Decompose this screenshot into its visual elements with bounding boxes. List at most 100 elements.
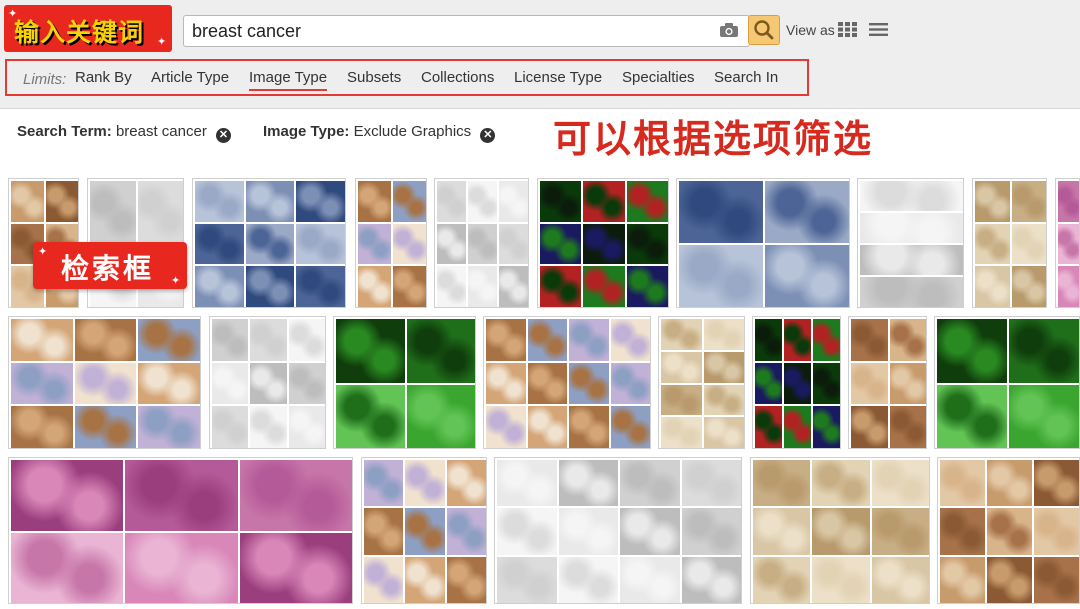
tab-specialties[interactable]: Specialties bbox=[622, 69, 695, 86]
thumbnail-panel bbox=[1011, 181, 1046, 222]
search-input-value[interactable]: breast cancer bbox=[192, 21, 301, 42]
thumbnail-panel bbox=[364, 556, 404, 603]
thumbnail-panel bbox=[245, 266, 295, 307]
thumbnail-panel bbox=[358, 266, 391, 307]
thumbnail-panel bbox=[1058, 181, 1079, 222]
thumbnail-panel bbox=[499, 223, 528, 265]
thumbnail-panel bbox=[812, 508, 870, 555]
thumbnail-panel bbox=[610, 406, 650, 448]
grid-view-icon[interactable] bbox=[838, 22, 857, 37]
result-thumbnail-ihc-barchart[interactable] bbox=[750, 457, 930, 604]
thumbnail-panel bbox=[851, 406, 888, 448]
thumbnail-panel bbox=[860, 181, 963, 211]
thumbnail-panel bbox=[703, 384, 744, 416]
thumbnail-panel bbox=[1058, 223, 1079, 265]
result-thumbnail-he-ihc-mix[interactable] bbox=[483, 316, 651, 449]
thumbnail-panel bbox=[610, 319, 650, 361]
thumbnail-panel bbox=[558, 460, 618, 507]
search-box-annotation-text: 检索框 bbox=[61, 252, 155, 285]
list-view-icon[interactable] bbox=[869, 22, 888, 37]
thumbnail-panel bbox=[558, 508, 618, 555]
thumbnail-panel bbox=[499, 181, 528, 222]
thumbnail-panel bbox=[765, 181, 849, 243]
thumbnail-panel bbox=[940, 460, 985, 507]
thumbnail-panel bbox=[679, 181, 763, 243]
thumbnail-panel bbox=[569, 319, 609, 361]
filter-chip-image-type: Image Type: Exclude Graphics ✕ bbox=[263, 123, 496, 143]
thumbnail-panel bbox=[138, 362, 200, 405]
thumbnail-panel bbox=[558, 556, 618, 603]
thumbnail-panel bbox=[1034, 508, 1079, 555]
thumbnail-panel bbox=[45, 181, 78, 222]
result-thumbnail-ihc-tan[interactable] bbox=[848, 316, 927, 449]
sparkle-icon: ✦ bbox=[8, 8, 18, 20]
result-thumbnail-gel-bands[interactable] bbox=[857, 178, 964, 308]
thumbnail-panel bbox=[497, 556, 557, 603]
result-thumbnail-ihc-tma[interactable] bbox=[972, 178, 1047, 308]
thumbnail-panel bbox=[336, 384, 405, 448]
thumbnail-panel bbox=[393, 266, 426, 307]
thumbnail-panel bbox=[569, 406, 609, 448]
thumbnail-panel bbox=[468, 266, 497, 307]
result-thumbnail-fluorescence-green[interactable] bbox=[537, 178, 669, 308]
result-thumbnail-fluorescence-large[interactable] bbox=[333, 316, 476, 449]
thumbnail-panel bbox=[405, 556, 445, 603]
thumbnail-panel bbox=[250, 362, 287, 405]
result-thumbnail-western-fluor[interactable] bbox=[752, 316, 841, 449]
result-thumbnail-ihc-bar-km[interactable] bbox=[8, 316, 201, 449]
result-thumbnail-ihc-blue-brown[interactable] bbox=[676, 178, 850, 308]
thumbnail-panel bbox=[937, 319, 1007, 383]
thumbnail-panel bbox=[937, 384, 1007, 448]
search-button[interactable] bbox=[748, 15, 780, 45]
thumbnail-panel bbox=[1058, 266, 1079, 307]
remove-filter-icon[interactable]: ✕ bbox=[216, 128, 231, 143]
thumbnail-panel bbox=[860, 277, 963, 307]
thumbnail-panel bbox=[212, 319, 249, 361]
thumbnail-panel bbox=[987, 460, 1032, 507]
thumbnail-panel bbox=[74, 319, 137, 361]
tab-license-type[interactable]: License Type bbox=[514, 69, 602, 86]
thumbnail-panel bbox=[626, 266, 668, 307]
thumbnail-panel bbox=[871, 556, 929, 603]
tab-collections[interactable]: Collections bbox=[421, 69, 494, 86]
thumbnail-panel bbox=[486, 319, 526, 361]
thumbnail-panel bbox=[681, 460, 741, 507]
thumbnail-panel bbox=[871, 460, 929, 507]
thumbnail-panel bbox=[358, 181, 391, 222]
thumbnail-panel bbox=[486, 362, 526, 405]
thumbnail-panel bbox=[11, 460, 124, 531]
tab-subsets[interactable]: Subsets bbox=[347, 69, 401, 86]
tab-article-type[interactable]: Article Type bbox=[151, 69, 229, 86]
result-thumbnail-diagram-grid[interactable] bbox=[434, 178, 529, 308]
result-thumbnail-he-pink-brown[interactable] bbox=[8, 457, 353, 604]
thumbnail-panel bbox=[497, 508, 557, 555]
result-thumbnail-ihc-mixed[interactable] bbox=[355, 178, 427, 308]
camera-icon[interactable] bbox=[719, 22, 739, 38]
search-box-annotation: 检索框 ✦ ✦ bbox=[33, 242, 187, 289]
thumbnail-panel bbox=[212, 406, 249, 448]
result-thumbnail-flow-western[interactable] bbox=[494, 457, 742, 604]
thumbnail-panel bbox=[583, 223, 625, 265]
thumbnail-panel bbox=[446, 508, 486, 555]
thumbnail-panel bbox=[527, 319, 567, 361]
tab-search-in[interactable]: Search In bbox=[714, 69, 778, 86]
thumbnail-panel bbox=[1009, 319, 1079, 383]
tab-image-type[interactable]: Image Type bbox=[249, 69, 328, 91]
thumbnail-panel bbox=[406, 319, 475, 383]
result-thumbnail-ihc-boxplot[interactable] bbox=[361, 457, 487, 604]
result-thumbnail-he-blue-grid[interactable] bbox=[192, 178, 346, 308]
search-input[interactable]: breast cancer bbox=[183, 15, 750, 47]
thumbnail-panel bbox=[755, 319, 782, 361]
result-thumbnail-ihc-he-strip[interactable] bbox=[937, 457, 1080, 604]
thumbnail-panel bbox=[138, 319, 200, 361]
filter-annotation-text: 可以根据选项筛选 bbox=[553, 117, 874, 161]
thumbnail-panel bbox=[11, 406, 73, 448]
logo-annotation: 输入关键词 ✦ ✦ bbox=[4, 5, 172, 52]
remove-filter-icon[interactable]: ✕ bbox=[480, 128, 496, 143]
result-thumbnail-tma-pie[interactable] bbox=[209, 316, 326, 449]
result-thumbnail-tma-circles[interactable] bbox=[658, 316, 745, 449]
thumbnail-panel bbox=[620, 508, 680, 555]
tab-rank-by[interactable]: Rank By bbox=[75, 69, 132, 86]
result-thumbnail-fluorescence-green-2[interactable] bbox=[934, 316, 1080, 449]
result-thumbnail-ihc-purple-partial[interactable] bbox=[1055, 178, 1080, 308]
